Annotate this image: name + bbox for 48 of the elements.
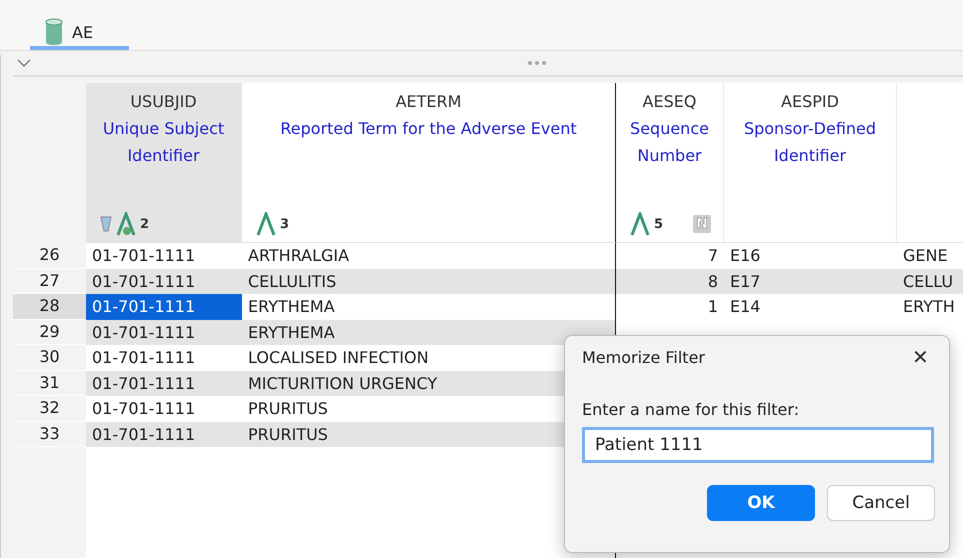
column-header[interactable]: AESEQ Sequence Number 5 N xyxy=(616,83,724,243)
drag-handle-icon[interactable] xyxy=(527,60,547,66)
filter-name-field[interactable]: Patient 1111 xyxy=(582,427,934,463)
sort-order: 5 xyxy=(654,216,664,232)
table-cell: 01-701-1111 xyxy=(86,320,242,345)
table-cell: ERYTHEMA xyxy=(242,320,616,345)
close-button[interactable]: ✕ xyxy=(906,344,935,370)
row-number[interactable]: 33 xyxy=(13,422,86,447)
sort-ascending-icon xyxy=(630,212,650,236)
column-name: AESPID xyxy=(781,91,839,113)
table-cell: CELLU xyxy=(897,268,963,294)
column-name: USUBJID xyxy=(130,91,197,113)
table-cell: 01-701-1111 xyxy=(86,294,242,320)
column-label: Unique Subject Identifier xyxy=(102,118,226,167)
table-cell: 01-701-1111 xyxy=(86,370,242,396)
table-cell: CELLULITIS xyxy=(242,268,616,294)
sort-ascending-icon xyxy=(256,212,276,236)
sort-search-icon xyxy=(116,212,136,236)
column-label: Sequence Number xyxy=(629,118,710,167)
column-header[interactable]: AETERM Reported Term for the Adverse Event 3 xyxy=(242,83,616,243)
funnel-icon xyxy=(100,216,112,232)
database-icon xyxy=(44,18,64,46)
column-name: AESEQ xyxy=(642,91,696,113)
row-number[interactable]: 26 xyxy=(13,243,86,268)
cancel-button[interactable]: Cancel xyxy=(827,485,935,521)
row-number[interactable]: 31 xyxy=(13,370,86,396)
chevron-down-icon[interactable] xyxy=(17,59,31,67)
tab[interactable]: AE xyxy=(30,16,129,50)
column-header[interactable]: USUBJID Unique Subject Identifier 2 xyxy=(86,83,242,243)
sort-order: 3 xyxy=(280,216,290,232)
column-header[interactable]: AESPID Sponsor-Defined Identifier xyxy=(724,83,897,243)
prompt-text: Enter a name for this filter: xyxy=(582,400,800,419)
row-number[interactable]: 29 xyxy=(13,320,86,345)
table-cell: 01-701-1111 xyxy=(86,422,242,447)
row-number[interactable]: 32 xyxy=(13,396,86,422)
table-cell: 01-701-1111 xyxy=(86,268,242,294)
sort-order: 2 xyxy=(140,216,150,232)
column-name: AETERM xyxy=(396,91,462,113)
row-number[interactable]: 30 xyxy=(13,345,86,370)
ok-button[interactable]: OK xyxy=(707,485,815,521)
table-cell: 8 xyxy=(616,268,724,294)
column-label: Sponsor-Defined Identifier xyxy=(742,118,878,167)
row-number[interactable]: 27 xyxy=(13,268,86,294)
dialog-title: Memorize Filter xyxy=(582,348,705,366)
column-label: Reported Term for the Adverse Event xyxy=(279,118,578,140)
type-badge: N xyxy=(693,215,711,233)
table-cell: E17 xyxy=(724,268,897,294)
row-number[interactable]: 28 xyxy=(13,294,86,320)
